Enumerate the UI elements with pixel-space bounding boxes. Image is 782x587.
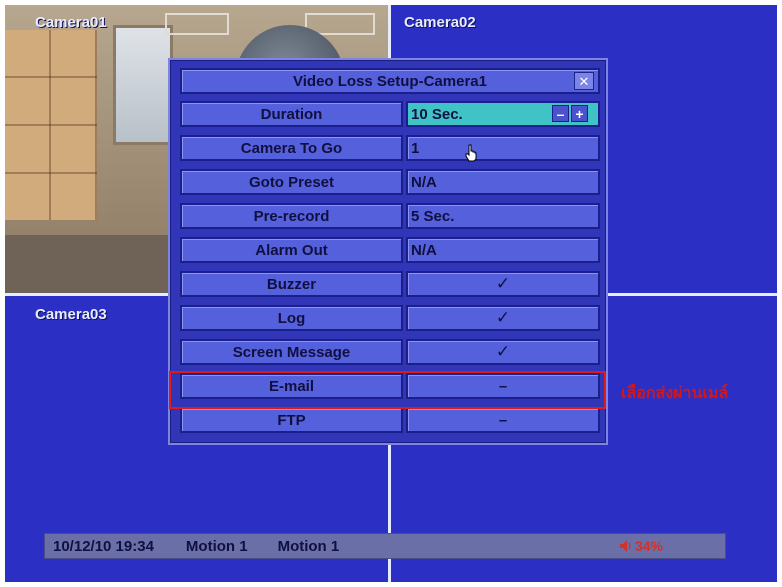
duration-value: 10 Sec.	[411, 105, 463, 123]
goto-preset-field[interactable]: N/A	[406, 169, 600, 195]
pre-record-field[interactable]: 5 Sec.	[406, 203, 600, 229]
label-ftp-text: FTP	[277, 411, 306, 429]
label-ftp: FTP	[180, 407, 403, 433]
camera-label-1: Camera01	[35, 14, 107, 31]
volume-text: 34%	[634, 538, 663, 554]
pre-record-value: 5 Sec.	[411, 207, 455, 225]
minus-button[interactable]: –	[552, 105, 569, 122]
close-icon[interactable]: ✕	[574, 72, 594, 90]
label-duration-text: Duration	[260, 105, 323, 123]
screen-message-checkbox[interactable]: ✓	[406, 339, 600, 365]
label-alarm-out-text: Alarm Out	[255, 241, 328, 259]
status-motion-1: Motion 1	[185, 537, 248, 555]
camera-1-frame-a	[165, 13, 229, 35]
hand-cursor-icon	[465, 144, 477, 162]
volume-indicator[interactable]: 34%	[619, 538, 663, 554]
datetime-text: 10/12/10 19:34	[53, 537, 154, 555]
label-buzzer-text: Buzzer	[266, 275, 317, 293]
camera-1-boxes	[5, 30, 97, 220]
buzzer-check-icon: ✓	[495, 274, 511, 293]
label-alarm-out: Alarm Out	[180, 237, 403, 263]
camera-to-go-value: 1	[411, 139, 420, 157]
camera-1-window	[113, 25, 173, 145]
label-goto-preset-text: Goto Preset	[248, 173, 335, 191]
plus-button[interactable]: +	[571, 105, 588, 122]
log-check-icon: ✓	[495, 308, 511, 327]
camera-to-go-field[interactable]: 1	[406, 135, 600, 161]
email-annotation: เลือกส่งผ่านเมล์	[621, 383, 729, 402]
label-log: Log	[180, 305, 403, 331]
alarm-out-field[interactable]: N/A	[406, 237, 600, 263]
label-screen-message-text: Screen Message	[232, 343, 351, 361]
camera-label-3: Camera03	[35, 306, 107, 323]
speaker-icon	[619, 540, 631, 552]
ftp-checkbox[interactable]: –	[406, 407, 600, 433]
label-duration: Duration	[180, 101, 403, 127]
label-screen-message: Screen Message	[180, 339, 403, 365]
alarm-out-value: N/A	[411, 241, 437, 259]
status-motion-2: Motion 1	[277, 537, 340, 555]
dialog-title-text: Video Loss Setup-Camera1	[293, 72, 487, 90]
email-highlight-box	[169, 371, 606, 409]
ftp-dash-icon: –	[498, 411, 508, 429]
label-camera-to-go: Camera To Go	[180, 135, 403, 161]
goto-preset-value: N/A	[411, 173, 437, 191]
dialog-title: Video Loss Setup-Camera1	[180, 68, 600, 94]
status-bar: 10/12/10 19:34 Motion 1 Motion 1 34%	[44, 533, 726, 559]
screen-message-check-icon: ✓	[495, 342, 511, 361]
label-pre-record-text: Pre-record	[253, 207, 330, 225]
label-goto-preset: Goto Preset	[180, 169, 403, 195]
label-pre-record: Pre-record	[180, 203, 403, 229]
label-camera-to-go-text: Camera To Go	[240, 139, 343, 157]
buzzer-checkbox[interactable]: ✓	[406, 271, 600, 297]
label-log-text: Log	[277, 309, 306, 327]
log-checkbox[interactable]: ✓	[406, 305, 600, 331]
label-buzzer: Buzzer	[180, 271, 403, 297]
camera-label-2: Camera02	[404, 14, 476, 31]
